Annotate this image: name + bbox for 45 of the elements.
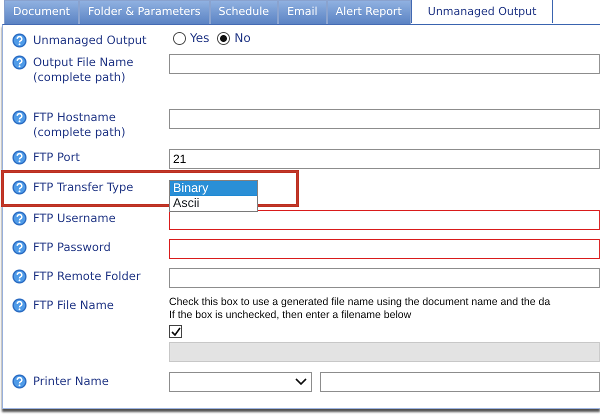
text-field[interactable]: [169, 109, 600, 129]
field-label: FTP Port: [33, 149, 81, 166]
text-field[interactable]: 21: [169, 149, 600, 169]
tab[interactable]: Unmanaged Output: [410, 0, 554, 23]
field-label: Unmanaged Output: [33, 32, 148, 49]
text-field[interactable]: [169, 54, 600, 74]
field-label: FTP Transfer Type: [33, 179, 134, 196]
dropdown-list[interactable]: Binary Ascii: [169, 180, 258, 212]
radio-button[interactable]: [173, 32, 186, 44]
chevron-down-icon: [295, 378, 308, 386]
tab[interactable]: Email: [278, 0, 327, 24]
tab[interactable]: Document: [4, 0, 79, 24]
field-label: FTP File Name: [33, 297, 115, 314]
field-label: FTP Password: [33, 239, 112, 256]
help-icon[interactable]: [12, 33, 27, 48]
help-icon[interactable]: [12, 240, 27, 255]
text-field[interactable]: [169, 268, 600, 288]
select-field[interactable]: [169, 372, 312, 392]
field-label: FTP Username: [33, 210, 117, 227]
help-icon[interactable]: [12, 180, 27, 195]
tab[interactable]: Schedule: [210, 0, 278, 24]
help-icon[interactable]: [12, 298, 27, 313]
field-label: FTP Hostname (complete path): [33, 109, 126, 141]
field-label: Output File Name (complete path): [33, 54, 134, 86]
radio-label: Yes: [190, 30, 210, 47]
text-field[interactable]: [169, 210, 600, 230]
text-field[interactable]: [169, 239, 600, 259]
checkbox[interactable]: [169, 325, 182, 338]
help-icon[interactable]: [12, 110, 27, 125]
dropdown-option[interactable]: Binary: [170, 181, 257, 196]
radio-button[interactable]: [217, 32, 230, 44]
help-icon[interactable]: [12, 374, 27, 389]
field-label: Printer Name: [33, 373, 110, 390]
help-icon[interactable]: [12, 269, 27, 284]
field-label: FTP Remote Folder: [33, 268, 142, 285]
help-text: Check this box to use a generated file name using the document name and the da: [169, 296, 552, 309]
tab[interactable]: Folder & Parameters: [79, 0, 210, 24]
help-icon[interactable]: [12, 150, 27, 165]
radio-label: No: [234, 30, 251, 47]
dropdown-option[interactable]: Ascii: [170, 196, 257, 211]
help-text: If the box is unchecked, then enter a filename below: [169, 309, 412, 322]
tab[interactable]: Alert Report: [326, 0, 411, 24]
help-icon[interactable]: [12, 211, 27, 226]
text-field[interactable]: [320, 372, 600, 392]
help-icon[interactable]: [12, 55, 27, 70]
